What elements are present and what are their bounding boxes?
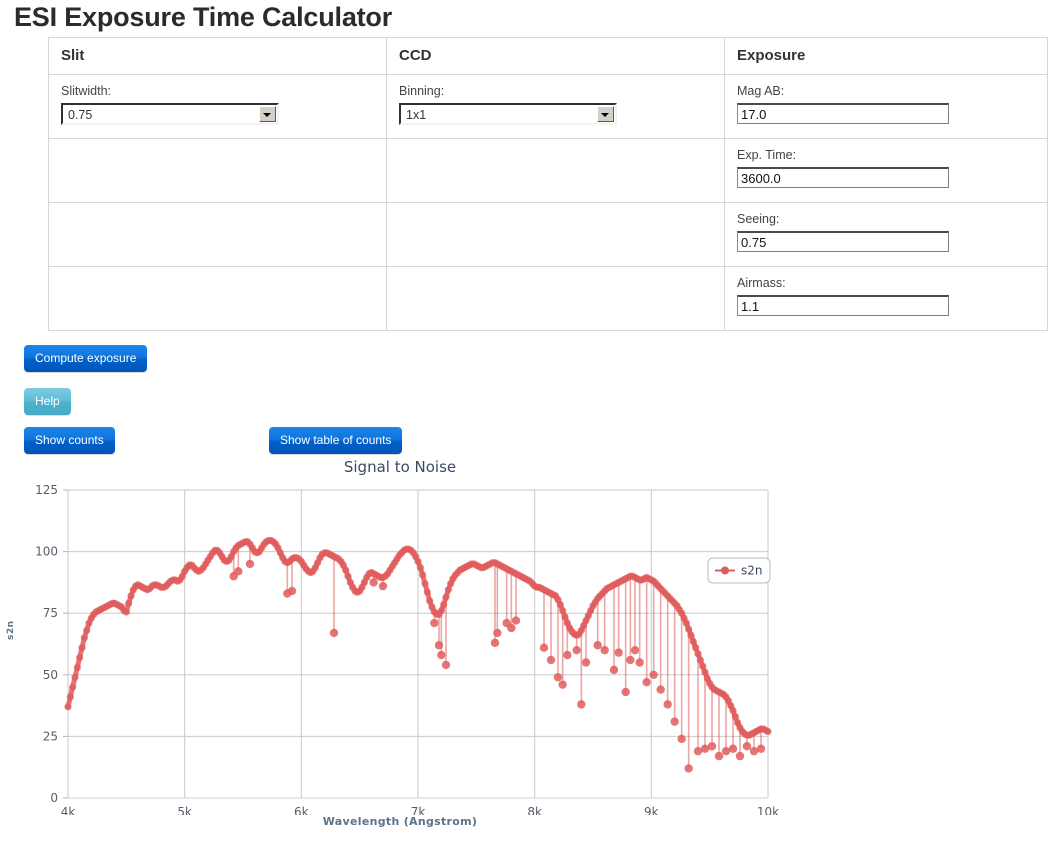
seeing-label: Seeing: [737, 212, 780, 226]
svg-text:100: 100 [35, 545, 58, 559]
chart-canvas: 0 25 50 75 100 125 4k 5k 6k 7k 8k 9k 10k s2n [35, 483, 779, 815]
svg-text:s2n: s2n [741, 564, 763, 578]
column-header-ccd: CCD [386, 37, 725, 75]
binning-select-value: 1x1 [406, 108, 427, 122]
cell-slit-empty-2 [48, 202, 387, 267]
counts-row: Show counts Show table of counts [24, 427, 1057, 454]
actions-panel: Compute exposure Help Show counts Show t… [0, 345, 1057, 454]
cell-slit-empty-3 [48, 266, 387, 331]
page-title: ESI Exposure Time Calculator [14, 2, 393, 32]
mag-ab-input[interactable] [737, 103, 949, 124]
seeing-input[interactable] [737, 231, 949, 252]
cell-ccd-empty-3 [386, 266, 725, 331]
svg-text:125: 125 [35, 483, 58, 497]
svg-text:25: 25 [43, 729, 58, 743]
chart-legend[interactable]: s2n [707, 557, 771, 584]
slitwidth-label: Slitwidth: [61, 84, 112, 98]
svg-text:0: 0 [50, 791, 58, 805]
svg-text:7k: 7k [411, 805, 426, 815]
svg-text:9k: 9k [644, 805, 659, 815]
chart-x-ticks: 4k 5k 6k 7k 8k 9k 10k [61, 805, 779, 815]
column-header-slit: Slit [48, 37, 387, 75]
chevron-down-icon[interactable] [259, 106, 276, 122]
table-row: Airmass: [48, 266, 1048, 331]
airmass-label: Airmass: [737, 276, 786, 290]
show-counts-button[interactable]: Show counts [24, 427, 115, 454]
cell-airmass: Airmass: [724, 266, 1048, 331]
show-table-of-counts-button[interactable]: Show table of counts [269, 427, 403, 454]
svg-text:6k: 6k [294, 805, 309, 815]
table-row: Slitwidth: 0.75 Binning: 1x1 Mag AB: 17.… [48, 74, 1048, 139]
binning-select[interactable]: 1x1 [399, 103, 617, 125]
svg-text:8k: 8k [527, 805, 542, 815]
airmass-input[interactable] [737, 295, 949, 316]
svg-text:5k: 5k [177, 805, 192, 815]
chart-gridlines [63, 489, 769, 799]
table-row: Seeing: [48, 202, 1048, 267]
svg-text:50: 50 [43, 668, 58, 682]
cell-exp-time: Exp. Time: [724, 138, 1048, 203]
chart-x-axis-label: Wavelength (Angstrom) [322, 815, 478, 828]
help-button[interactable]: Help [24, 388, 71, 415]
cell-seeing: Seeing: [724, 202, 1048, 267]
exp-time-input[interactable] [737, 167, 949, 188]
mag-ab-label: Mag AB: [737, 84, 785, 98]
cell-slitwidth: Slitwidth: 0.75 [48, 74, 387, 139]
chevron-down-icon[interactable] [597, 106, 614, 122]
svg-text:4k: 4k [61, 805, 76, 815]
parameters-table: Slit CCD Exposure Slitwidth: 0.75 Binnin… [48, 37, 1048, 331]
chart-y-ticks: 0 25 50 75 100 125 [35, 483, 58, 805]
binning-label: Binning: [399, 84, 445, 98]
compute-exposure-button[interactable]: Compute exposure [24, 345, 148, 372]
column-header-exposure: Exposure [724, 37, 1048, 75]
cell-slit-empty-1 [48, 138, 387, 203]
signal-to-noise-chart: Signal to Noise s2n Wavelength (Angstrom… [0, 455, 1057, 835]
slitwidth-select[interactable]: 0.75 [61, 103, 279, 125]
svg-text:75: 75 [43, 606, 58, 620]
cell-mag-ab: Mag AB: [724, 74, 1048, 139]
exp-time-label: Exp. Time: [737, 148, 797, 162]
slitwidth-select-value: 0.75 [68, 108, 93, 122]
cell-binning: Binning: 1x1 [386, 74, 725, 139]
cell-ccd-empty-1 [386, 138, 725, 203]
parameters-panel: Slit CCD Exposure Slitwidth: 0.75 Binnin… [0, 37, 1057, 331]
table-row: Exp. Time: [48, 138, 1048, 203]
svg-text:10k: 10k [757, 805, 779, 815]
table-header-row: Slit CCD Exposure [48, 37, 1048, 75]
help-row: Help [24, 388, 1057, 415]
compute-row: Compute exposure [24, 345, 1057, 372]
cell-ccd-empty-2 [386, 202, 725, 267]
